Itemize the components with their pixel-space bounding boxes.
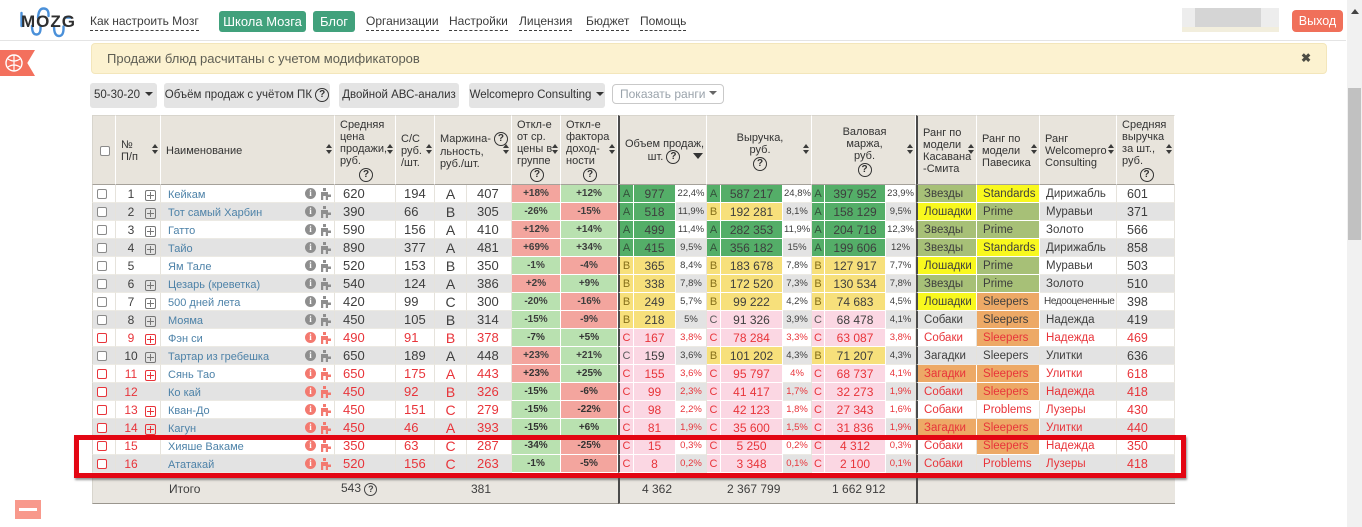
svg-text:MOZG: MOZG — [21, 12, 76, 31]
